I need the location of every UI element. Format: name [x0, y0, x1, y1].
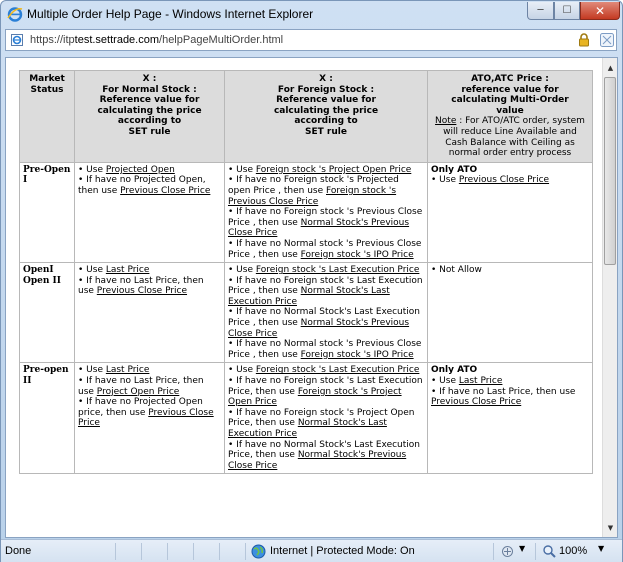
- rule-link[interactable]: Foreign stock 's Project Open Price: [256, 165, 411, 175]
- rule-link[interactable]: Last Price: [106, 265, 150, 275]
- rule-link[interactable]: Foreign stock 's Last Execution Price: [256, 265, 420, 275]
- page-content: Market Status X : For Normal Stock : Ref…: [6, 58, 602, 537]
- page-viewport[interactable]: Market Status X : For Normal Stock : Ref…: [5, 57, 618, 538]
- header-ato-atc-price: ATO,ATC Price : reference value for calc…: [427, 70, 593, 163]
- rule-item: • Use Previous Close Price: [431, 175, 550, 186]
- ato-heading: Only ATO: [431, 164, 478, 175]
- rule-link[interactable]: Foreign stock 's Last Execution Price: [256, 365, 420, 375]
- security-zone[interactable]: Internet | Protected Mode: On: [270, 545, 415, 557]
- status-divider: [115, 543, 116, 560]
- zoom-dropdown-icon[interactable]: ▼: [598, 544, 604, 553]
- row-foreign-rule: • Use Foreign stock 's Last Execution Pr…: [224, 362, 428, 475]
- status-divider: [193, 543, 194, 560]
- rule-item: • Use Last Price: [78, 365, 150, 376]
- rule-item: • If have no Last Price, then use Previo…: [78, 275, 204, 297]
- rule-item: • If have no Normal Stock's Last Executi…: [228, 439, 420, 471]
- url-path: /helpPageMultiOrder.html: [159, 34, 284, 46]
- zoom-level[interactable]: 100%: [559, 545, 587, 557]
- header-market-status: Market Status: [19, 70, 75, 163]
- rule-item: • Use Foreign stock 's Last Execution Pr…: [228, 365, 420, 376]
- row-status: Pre-Open I: [19, 161, 75, 264]
- minimize-button[interactable]: ─: [527, 2, 554, 20]
- row-foreign-rule: • Use Foreign stock 's Project Open Pric…: [224, 161, 428, 264]
- scroll-down-arrow-icon[interactable]: ▼: [603, 520, 617, 535]
- rule-link[interactable]: Previous Close Price: [97, 286, 187, 296]
- maximize-button[interactable]: ☐: [554, 2, 580, 20]
- row-normal-rule: • Use Projected Open • If have no Projec…: [74, 161, 225, 264]
- status-divider: [245, 543, 246, 560]
- table-row: Pre-Open I • Use Projected Open • If hav…: [19, 161, 593, 264]
- row-normal-rule: • Use Last Price • If have no Last Price…: [74, 262, 225, 364]
- lock-icon[interactable]: [576, 32, 592, 48]
- rule-item: • If have no Normal stock 's Previous Cl…: [228, 238, 422, 260]
- table-row: OpenI Open II • Use Last Price • If have…: [19, 262, 593, 364]
- settings-dropdown-icon[interactable]: ▼: [519, 544, 525, 553]
- table-row: Pre-open II • Use Last Price • If have n…: [19, 362, 593, 475]
- url-text[interactable]: https://itptest.settrade.com/helpPageMul…: [30, 34, 283, 46]
- rule-link[interactable]: Previous Close Price: [431, 397, 521, 407]
- close-button[interactable]: ✕: [580, 2, 620, 20]
- url-prefix: https://itp: [30, 34, 75, 46]
- status-divider: [219, 543, 220, 560]
- browser-window: Multiple Order Help Page - Windows Inter…: [0, 0, 623, 562]
- window-title: Multiple Order Help Page - Windows Inter…: [27, 7, 314, 21]
- address-bar[interactable]: https://itptest.settrade.com/helpPageMul…: [5, 29, 617, 51]
- ato-heading: Only ATO: [431, 365, 478, 376]
- rule-item: • If have no Last Price, then use Previo…: [431, 386, 576, 408]
- status-divider: [493, 543, 494, 560]
- rule-item: • Not Allow: [431, 265, 482, 276]
- internet-explorer-icon: [7, 7, 23, 22]
- rule-item: • If have no Foreign stock 's Project Op…: [228, 407, 415, 439]
- rule-link[interactable]: Projected Open: [106, 165, 175, 175]
- header-foreign-stock: X : For Foreign Stock : Reference value …: [224, 70, 428, 163]
- status-divider: [167, 543, 168, 560]
- row-status: OpenI Open II: [19, 262, 75, 364]
- rule-link[interactable]: Previous Close Price: [459, 175, 549, 185]
- rule-item: • If have no Foreign stock 's Last Execu…: [228, 376, 423, 408]
- rule-item: • If have no Projected Open, then use Pr…: [78, 175, 211, 196]
- row-normal-rule: • Use Last Price • If have no Last Price…: [74, 362, 225, 475]
- rule-item: • If have no Projected Open price, then …: [78, 397, 214, 429]
- table-header-row: Market Status X : For Normal Stock : Ref…: [19, 70, 593, 163]
- rule-item: • Use Last Price: [431, 376, 503, 387]
- rule-item: • Use Last Price: [78, 265, 150, 276]
- scroll-thumb[interactable]: [604, 77, 616, 265]
- feeds-icon[interactable]: [599, 32, 615, 48]
- zoom-icon[interactable]: [542, 544, 557, 559]
- rule-link[interactable]: Foreign stock 's IPO Price: [301, 250, 414, 260]
- status-divider: [141, 543, 142, 560]
- row-foreign-rule: • Use Foreign stock 's Last Execution Pr…: [224, 262, 428, 364]
- rule-link[interactable]: Previous Close Price: [120, 186, 210, 196]
- price-rule-table: Market Status X : For Normal Stock : Ref…: [19, 70, 593, 475]
- protected-mode-settings-icon[interactable]: [500, 544, 515, 559]
- status-text: Done: [5, 545, 32, 557]
- row-ato-rule: • Not Allow: [427, 262, 593, 364]
- header-normal-stock: X : For Normal Stock : Reference value f…: [74, 70, 225, 163]
- status-divider: [535, 543, 536, 560]
- rule-link[interactable]: Last Price: [459, 376, 503, 386]
- title-bar[interactable]: Multiple Order Help Page - Windows Inter…: [1, 1, 622, 27]
- rule-item: • Use Foreign stock 's Project Open Pric…: [228, 164, 412, 175]
- row-ato-rule: Only ATO • Use Last Price • If have no L…: [427, 362, 593, 475]
- rule-item: • If have no Foreign stock 's Last Execu…: [228, 275, 423, 307]
- rule-item: • If have no Last Price, then use Projec…: [78, 376, 204, 397]
- row-ato-rule: Only ATO • Use Previous Close Price: [427, 161, 593, 264]
- rule-link[interactable]: Last Price: [106, 365, 150, 375]
- ato-note: Note : For ATO/ATC order, system will re…: [435, 116, 585, 159]
- status-bar: Done Internet | Protected Mode: On ▼ 100…: [1, 539, 622, 562]
- rule-item: • Use Projected Open: [78, 164, 175, 175]
- rule-item: • If have no Foreign stock 's Projected …: [228, 175, 399, 207]
- url-host: test.settrade.com: [74, 34, 160, 46]
- rule-item: • If have no Foreign stock 's Previous C…: [228, 207, 423, 239]
- page-icon: [11, 34, 23, 46]
- rule-item: • If have no Normal stock 's Previous Cl…: [228, 339, 422, 360]
- vertical-scrollbar[interactable]: ▲ ▼: [602, 58, 617, 537]
- globe-icon: [251, 544, 266, 559]
- rule-item: • Use Foreign stock 's Last Execution Pr…: [228, 265, 420, 276]
- rule-item: • If have no Normal Stock's Last Executi…: [228, 307, 420, 339]
- row-status: Pre-open II: [19, 362, 75, 475]
- rule-link[interactable]: Foreign stock 's IPO Price: [301, 350, 414, 360]
- scroll-up-arrow-icon[interactable]: ▲: [603, 60, 617, 75]
- rule-link[interactable]: Project Open Price: [97, 387, 180, 397]
